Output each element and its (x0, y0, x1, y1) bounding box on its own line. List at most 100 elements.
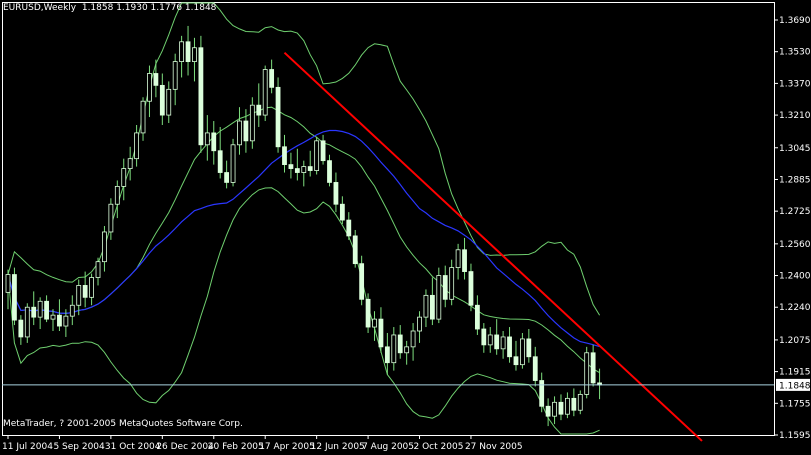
y-tick-label: 1.3210 (779, 111, 811, 121)
candle-body (224, 172, 230, 183)
candle-body (449, 267, 455, 300)
candle-body (346, 219, 352, 237)
candle-body (378, 318, 384, 348)
candle-body (339, 203, 345, 221)
x-tick-label: 31 Oct 2004 (105, 442, 161, 451)
candle-body (140, 100, 146, 134)
candle-body (166, 88, 172, 116)
trendline (283, 51, 703, 442)
y-tick-label: 1.2725 (779, 207, 811, 217)
x-tick-label: 27 Nov 2005 (465, 442, 523, 451)
candle-body (211, 132, 217, 152)
candle-body (474, 304, 480, 330)
candle-body (256, 104, 262, 116)
candle-body (57, 314, 62, 327)
y-tick-label: 1.3530 (779, 48, 811, 58)
candle-body (481, 328, 487, 346)
candle-body (571, 397, 577, 411)
candle-body (204, 132, 210, 146)
x-tick-label: 20 Feb 2005 (208, 442, 264, 451)
chart-area[interactable]: 1.3690 1.3530 1.3370 1.3210 1.3045 1.2885 1.27… (0, 0, 811, 452)
candle-body (31, 306, 37, 318)
candle-body (410, 330, 416, 348)
candle-body (82, 285, 88, 298)
y-tick-label: 1.2400 (779, 272, 811, 282)
x-tick-label: 12 Jun 2005 (311, 442, 365, 451)
y-tick-label: 1.2885 (779, 175, 811, 185)
candle-body (545, 405, 551, 417)
candle-body (217, 150, 223, 173)
price-chart: 1.3690 1.3530 1.3370 1.3210 1.3045 1.2885 1.27… (2, 2, 811, 452)
candle-body (37, 300, 43, 318)
candle-body (243, 120, 249, 142)
candle-body (147, 73, 152, 102)
candle-body (436, 275, 442, 320)
candle-body (24, 306, 30, 338)
candle-body (301, 166, 307, 173)
x-tick-label: 7 Aug 2005 (362, 442, 414, 451)
plot-frame (2, 2, 775, 436)
candle-body (63, 315, 69, 327)
candle-body (423, 294, 429, 318)
x-tick-label: 5 Sep 2004 (53, 442, 105, 451)
candle-body (565, 397, 570, 415)
candle-body (320, 140, 326, 162)
candle-body (89, 277, 94, 298)
candle-body (507, 336, 512, 358)
y-tick-label: 1.3045 (779, 144, 811, 154)
candle-body (172, 61, 178, 90)
y-tick-label: 1.2240 (779, 303, 811, 313)
bollinger-middle-band (7, 106, 600, 374)
candle-body (314, 140, 320, 171)
candle-body (462, 249, 467, 272)
x-tick-label: 2 Oct 2005 (414, 442, 464, 451)
candle-body (468, 271, 474, 306)
candle-body (69, 304, 75, 317)
y-tick-label: 1.2560 (779, 240, 811, 250)
candle-body (558, 401, 564, 415)
candle-body (185, 41, 191, 62)
candle-body (455, 249, 461, 269)
symbol-label: EURUSD,Weekly (3, 3, 77, 13)
candle-body (114, 185, 120, 205)
candle-body (50, 314, 56, 320)
candle-body (275, 86, 281, 148)
candle-body (262, 69, 268, 116)
candle-body (513, 356, 519, 366)
candle-body (108, 203, 114, 233)
candle-body (249, 104, 255, 142)
y-tick-label: 1.1755 (779, 399, 811, 409)
candle-body (121, 168, 127, 187)
y-tick-label: 1.1915 (779, 368, 811, 378)
chart-header: EURUSD,Weekly 1.1858 1.1930 1.1776 1.184… (3, 3, 216, 13)
candle-body (102, 231, 107, 263)
ohlc-quote: 1.1858 1.1930 1.1776 1.1848 (81, 3, 217, 13)
candle-body (500, 336, 506, 350)
candle-body (179, 41, 185, 62)
y-tick-label: 1.2075 (779, 336, 811, 346)
candle-body (590, 352, 596, 384)
candle-body (372, 318, 377, 328)
candle-body (391, 334, 397, 364)
candle-body (269, 69, 275, 88)
candle-body (288, 164, 294, 169)
candle-body (584, 352, 590, 395)
candle-body (12, 274, 17, 321)
candle-body (532, 356, 538, 381)
candle-body (159, 84, 165, 116)
candle-body (404, 346, 410, 354)
candle-body (359, 263, 365, 300)
candle-body (127, 158, 133, 169)
candle-body (577, 393, 583, 411)
y-tick-label: 1.3690 (779, 16, 811, 26)
candle-body (230, 144, 236, 183)
candle-body (44, 300, 49, 320)
candle-body (352, 235, 358, 265)
y-tick-label: 1.3370 (779, 79, 811, 89)
candle-body (384, 346, 390, 364)
candle-body (134, 132, 140, 160)
candle-body (198, 47, 204, 146)
candle-body (294, 168, 300, 173)
copyright-label: MetaTrader, ? 2001-2005 MetaQuotes Softw… (3, 419, 243, 429)
candle-body (327, 160, 332, 183)
